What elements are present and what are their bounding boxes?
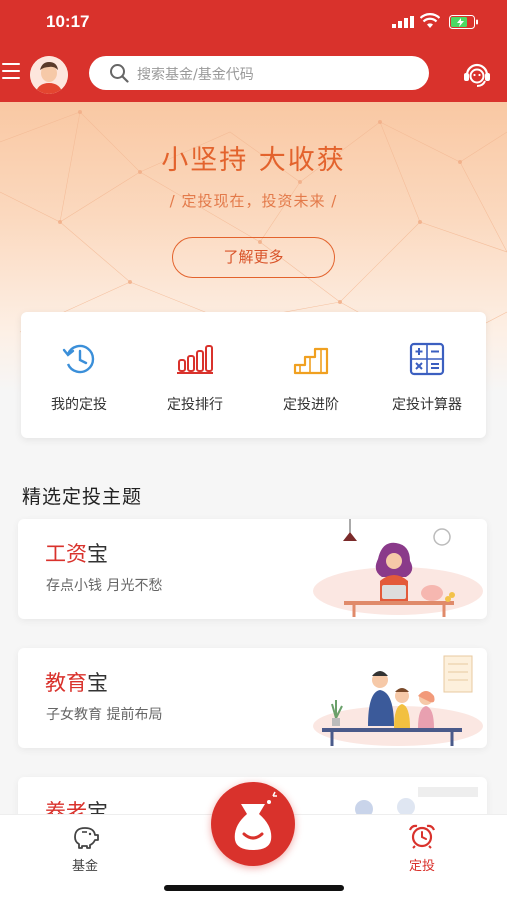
bar-chart-icon	[177, 345, 213, 374]
quick-item-label: 定投计算器	[392, 397, 462, 413]
banner-title: 小坚持 大收获	[161, 145, 346, 176]
header: 搜索基金/基金代码	[0, 50, 507, 96]
home-indicator	[164, 885, 344, 891]
piggy-bank-icon	[74, 827, 99, 849]
woman-at-desk-illustration	[313, 519, 483, 617]
top-bar: 10:17 搜索基金/基金代码	[0, 0, 507, 102]
banner-subtitle: / 定投现在，投资未来 /	[169, 192, 338, 210]
quick-item-advanced[interactable]: 定投进阶	[253, 340, 369, 414]
search-input[interactable]: 搜索基金/基金代码	[89, 56, 429, 90]
status-bar: 10:17	[0, 0, 507, 46]
section-title: 精选定投主题	[22, 486, 143, 508]
menu-icon[interactable]	[2, 63, 20, 81]
elderly-couple-illustration	[355, 787, 478, 817]
tab-auto-invest[interactable]: 定投	[382, 823, 462, 874]
status-time: 10:17	[46, 12, 90, 31]
quick-item-calculator[interactable]: 定投计算器	[369, 340, 485, 414]
theme-card-salary[interactable]: 工资宝 存点小钱 月光不愁	[18, 519, 487, 619]
tab-label: 基金	[71, 859, 98, 874]
avatar[interactable]	[30, 56, 68, 94]
center-auto-invest-button[interactable]	[211, 782, 295, 866]
avatar-person-icon	[30, 56, 68, 94]
tab-fund[interactable]: 基金	[45, 823, 125, 874]
search-placeholder: 搜索基金/基金代码	[137, 67, 254, 83]
stairs-icon	[293, 347, 329, 375]
clock-icon	[62, 344, 95, 374]
family-illustration	[313, 655, 483, 746]
theme-desc: 子女教育 提前布局	[46, 707, 163, 723]
search-icon	[110, 64, 129, 83]
calculator-icon	[409, 342, 445, 376]
battery-icon	[449, 15, 478, 29]
quick-item-label: 定投进阶	[283, 397, 339, 413]
tab-label: 定投	[408, 859, 435, 874]
theme-name: 工资宝	[45, 542, 108, 566]
wifi-icon	[420, 13, 440, 28]
quick-item-label: 定投排行	[167, 397, 223, 413]
learn-more-button[interactable]: 了解更多	[172, 237, 335, 278]
quick-menu-card: 我的定投 定投排行 定投进阶 定投计算器	[21, 312, 486, 438]
customer-service-icon[interactable]	[462, 60, 492, 88]
signal-icon	[392, 16, 414, 28]
quick-item-label: 我的定投	[51, 397, 107, 413]
theme-desc: 存点小钱 月光不愁	[46, 578, 163, 594]
theme-card-education[interactable]: 教育宝 子女教育 提前布局	[18, 648, 487, 748]
money-bag-icon	[234, 791, 277, 850]
quick-item-ranking[interactable]: 定投排行	[137, 340, 253, 414]
theme-name: 教育宝	[45, 671, 108, 695]
quick-item-my-plans[interactable]: 我的定投	[21, 340, 137, 414]
alarm-clock-icon	[408, 824, 436, 849]
